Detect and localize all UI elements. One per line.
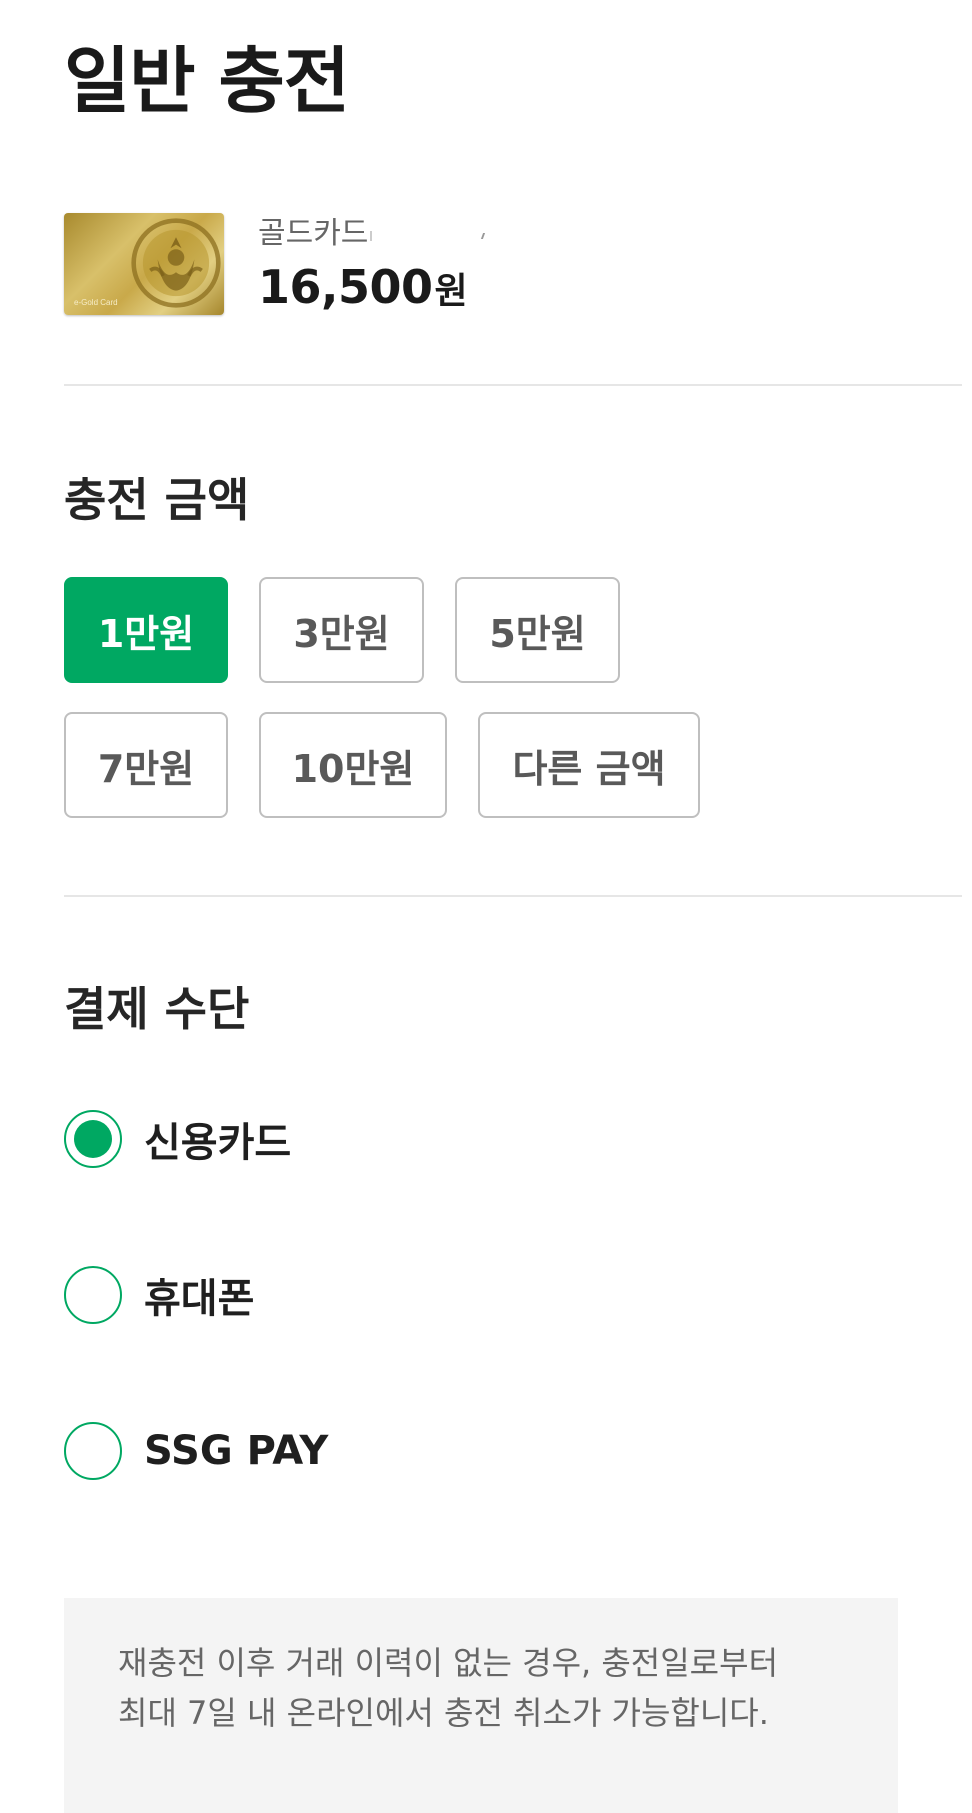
payment-option-phone[interactable]: 휴대폰: [64, 1266, 254, 1324]
refund-notice: 재충전 이후 거래 이력이 없는 경우, 충전일로부터 최대 7일 내 온라인에…: [64, 1598, 898, 1813]
card-balance: 16,500원: [258, 260, 490, 314]
page-title: 일반 충전: [64, 39, 350, 123]
charge-page: 일반 충전 e-Gold Card 골드카드 16,500원 충전 금액 1만원…: [0, 0, 972, 1813]
divider: [64, 895, 962, 897]
card-name: 골드카드: [258, 216, 369, 251]
amount-option-30000[interactable]: 3만원: [259, 577, 424, 683]
card-name-row: 골드카드: [258, 208, 490, 252]
payment-option-credit-card[interactable]: 신용카드: [64, 1110, 291, 1168]
payment-option-label: 휴대폰: [144, 1276, 255, 1322]
payment-option-ssg-pay[interactable]: SSG PAY: [64, 1422, 328, 1480]
radio-button[interactable]: [64, 1422, 122, 1480]
card-balance-value: 16,500: [258, 260, 433, 314]
amount-option-10000[interactable]: 1만원: [64, 577, 228, 683]
notice-line: 재충전 이후 거래 이력이 없는 경우, 충전일로부터: [118, 1644, 779, 1682]
amount-option-100000[interactable]: 10만원: [259, 712, 447, 818]
payment-option-label: 신용카드: [144, 1120, 292, 1166]
radio-button[interactable]: [64, 1266, 122, 1324]
siren-logo-icon: [131, 218, 221, 308]
payment-section-title: 결제 수단: [64, 982, 250, 1036]
card-number-masked: [370, 217, 490, 243]
divider: [64, 384, 962, 386]
gold-card-image: e-Gold Card: [64, 213, 224, 315]
card-info: 골드카드 16,500원: [258, 208, 490, 314]
notice-line: 최대 7일 내 온라인에서 충전 취소가 가능합니다.: [118, 1694, 769, 1732]
card-balance-unit: 원: [434, 271, 468, 312]
card-logo-text: e-Gold Card: [74, 298, 118, 307]
card-summary[interactable]: e-Gold Card 골드카드 16,500원: [64, 213, 490, 315]
amount-option-custom[interactable]: 다른 금액: [478, 712, 700, 818]
payment-option-label: SSG PAY: [144, 1428, 329, 1474]
amount-option-70000[interactable]: 7만원: [64, 712, 228, 818]
amount-section-title: 충전 금액: [64, 473, 250, 527]
amount-option-50000[interactable]: 5만원: [455, 577, 620, 683]
radio-button-checked[interactable]: [64, 1110, 122, 1168]
